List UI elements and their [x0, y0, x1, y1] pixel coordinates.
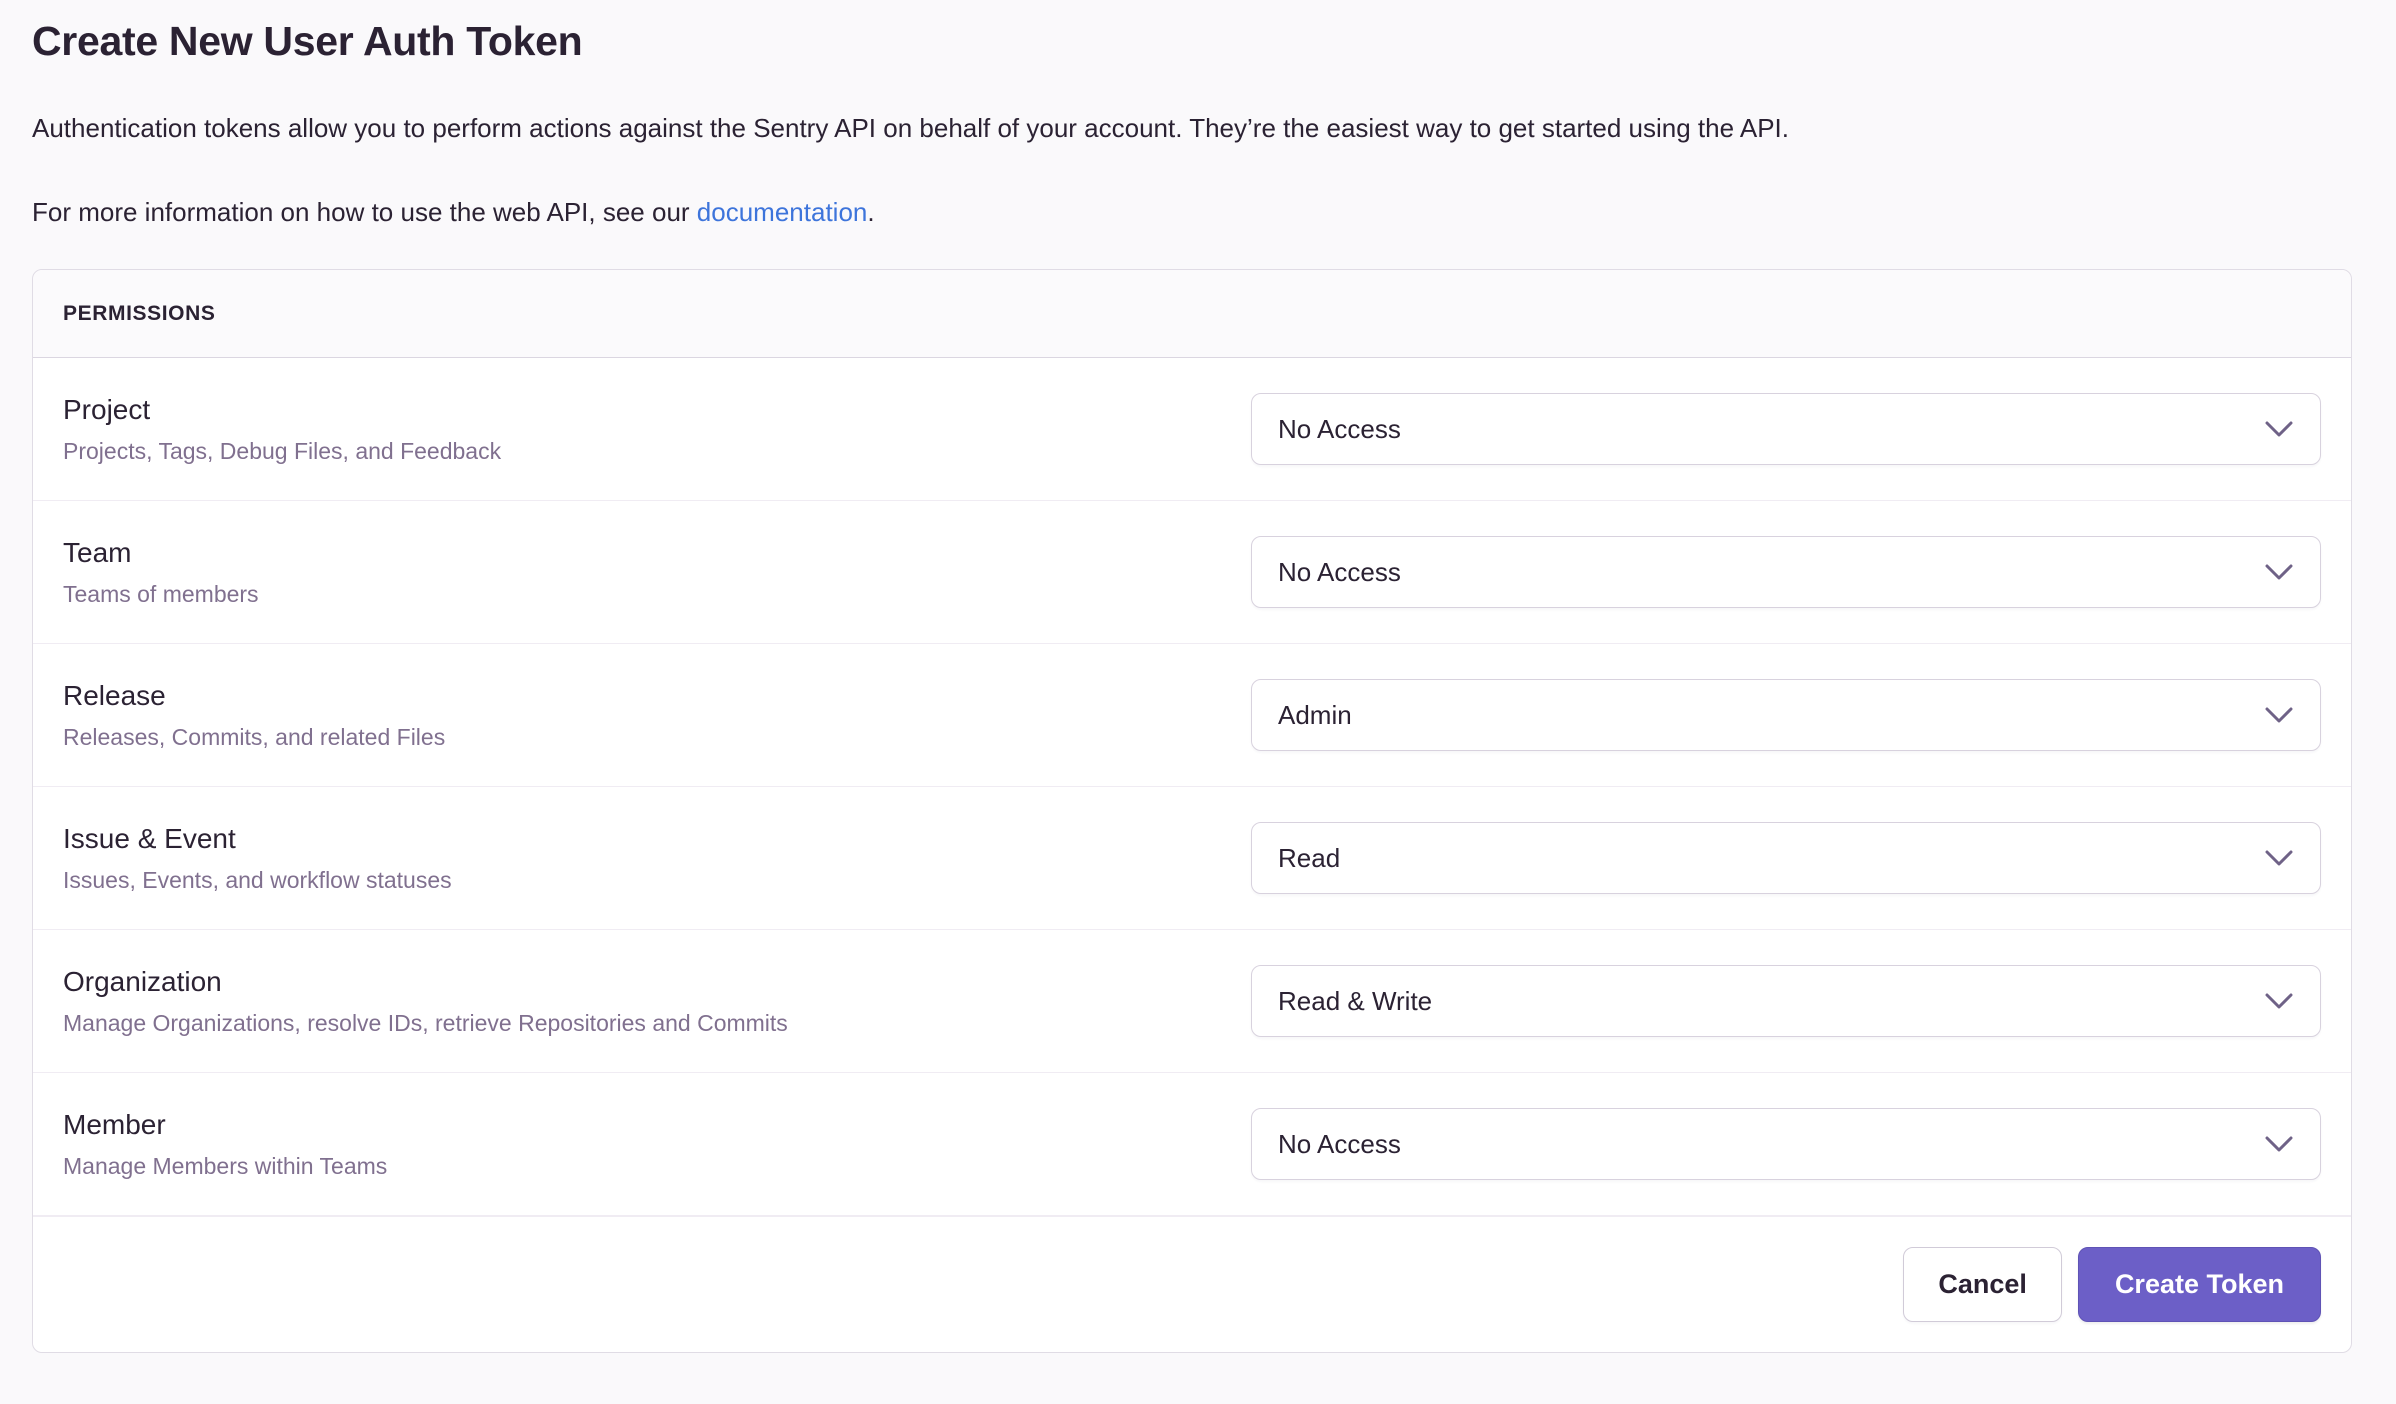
permission-label: Issue & Event: [63, 821, 452, 856]
intro-text: Authentication tokens allow you to perfo…: [32, 111, 2352, 145]
permission-row-text: Project Projects, Tags, Debug Files, and…: [63, 392, 501, 466]
select-value: No Access: [1278, 1129, 1401, 1160]
team-permission-select[interactable]: No Access: [1251, 536, 2321, 608]
permission-row-text: Member Manage Members within Teams: [63, 1107, 387, 1181]
permission-description: Releases, Commits, and related Files: [63, 722, 445, 752]
permissions-panel-header: PERMISSIONS: [33, 270, 2351, 358]
select-value: No Access: [1278, 557, 1401, 588]
permission-label: Release: [63, 678, 445, 713]
page-title: Create New User Auth Token: [32, 18, 2352, 65]
permissions-panel-title: PERMISSIONS: [63, 302, 215, 326]
permission-description: Teams of members: [63, 579, 259, 609]
permission-description: Manage Organizations, resolve IDs, retri…: [63, 1008, 788, 1038]
chevron-down-icon: [2264, 992, 2294, 1010]
documentation-link[interactable]: documentation: [697, 197, 868, 227]
chevron-down-icon: [2264, 849, 2294, 867]
more-info-text: For more information on how to use the w…: [32, 195, 2352, 229]
panel-footer: Cancel Create Token: [33, 1216, 2351, 1352]
chevron-down-icon: [2264, 420, 2294, 438]
permission-label: Member: [63, 1107, 387, 1142]
permissions-panel: PERMISSIONS Project Projects, Tags, Debu…: [32, 269, 2352, 1353]
select-value: Read: [1278, 843, 1340, 874]
permission-description: Projects, Tags, Debug Files, and Feedbac…: [63, 436, 501, 466]
permission-row-member: Member Manage Members within Teams No Ac…: [33, 1073, 2351, 1216]
permission-label: Organization: [63, 964, 788, 999]
issue-event-permission-select[interactable]: Read: [1251, 822, 2321, 894]
permission-label: Project: [63, 392, 501, 427]
cancel-button[interactable]: Cancel: [1903, 1247, 2062, 1322]
permission-row-text: Release Releases, Commits, and related F…: [63, 678, 445, 752]
select-value: Admin: [1278, 700, 1352, 731]
chevron-down-icon: [2264, 1135, 2294, 1153]
select-value: Read & Write: [1278, 986, 1432, 1017]
permission-row-team: Team Teams of members No Access: [33, 501, 2351, 644]
permission-label: Team: [63, 535, 259, 570]
member-permission-select[interactable]: No Access: [1251, 1108, 2321, 1180]
page-content: Create New User Auth Token Authenticatio…: [0, 0, 2396, 1353]
release-permission-select[interactable]: Admin: [1251, 679, 2321, 751]
more-info-prefix: For more information on how to use the w…: [32, 197, 697, 227]
permission-row-project: Project Projects, Tags, Debug Files, and…: [33, 358, 2351, 501]
permission-row-organization: Organization Manage Organizations, resol…: [33, 930, 2351, 1073]
select-value: No Access: [1278, 414, 1401, 445]
permission-row-issue-event: Issue & Event Issues, Events, and workfl…: [33, 787, 2351, 930]
more-info-suffix: .: [867, 197, 874, 227]
chevron-down-icon: [2264, 563, 2294, 581]
permission-row-text: Issue & Event Issues, Events, and workfl…: [63, 821, 452, 895]
organization-permission-select[interactable]: Read & Write: [1251, 965, 2321, 1037]
permission-row-release: Release Releases, Commits, and related F…: [33, 644, 2351, 787]
chevron-down-icon: [2264, 706, 2294, 724]
permission-row-text: Organization Manage Organizations, resol…: [63, 964, 788, 1038]
create-token-button[interactable]: Create Token: [2078, 1247, 2321, 1322]
project-permission-select[interactable]: No Access: [1251, 393, 2321, 465]
permission-description: Manage Members within Teams: [63, 1151, 387, 1181]
permission-description: Issues, Events, and workflow statuses: [63, 865, 452, 895]
permission-row-text: Team Teams of members: [63, 535, 259, 609]
